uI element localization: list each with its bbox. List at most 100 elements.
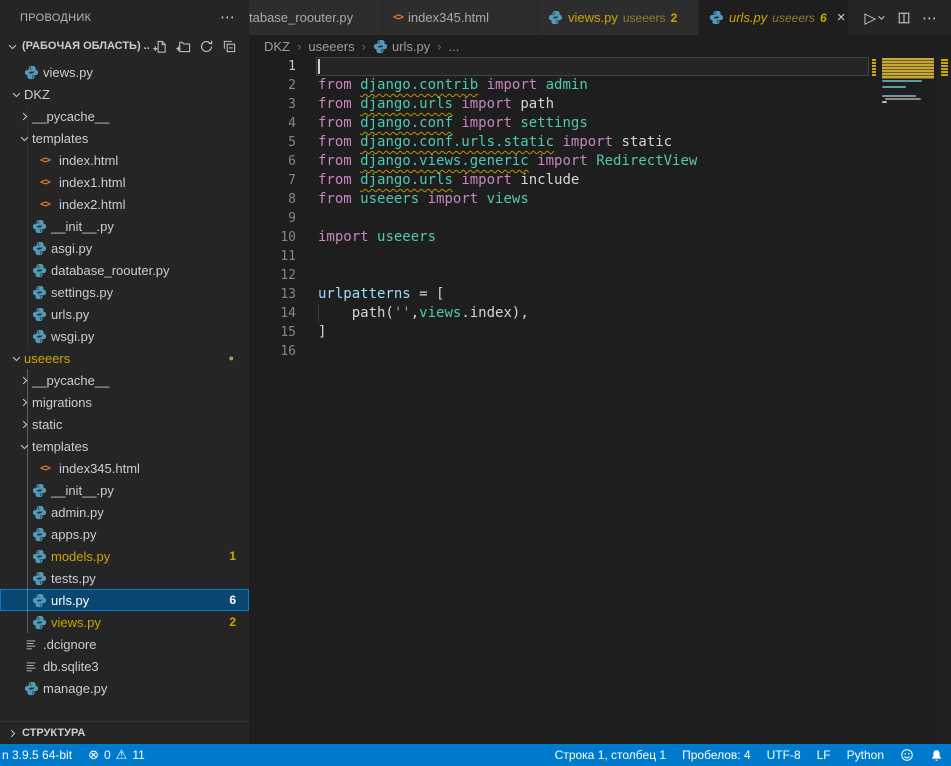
tree-item-manage-py[interactable]: manage.py <box>0 677 249 699</box>
status-language-mode[interactable]: Python <box>839 744 892 766</box>
tab-urls-py[interactable]: urls.pyuseeers6× <box>699 0 849 35</box>
python-file-icon <box>32 483 51 498</box>
tree-item-urls-py[interactable]: urls.py <box>0 303 249 325</box>
tab-problems-badge: 6 <box>820 11 827 25</box>
tab-views-py[interactable]: views.pyuseeers2 <box>538 0 699 35</box>
tree-item-urls-py[interactable]: urls.py6 <box>0 589 249 611</box>
status-python-version[interactable]: n 3.9.5 64-bit <box>0 744 80 766</box>
tree-item-views-py[interactable]: views.py2 <box>0 611 249 633</box>
status-encoding[interactable]: UTF-8 <box>759 744 809 766</box>
html-file-icon: <> <box>40 177 59 188</box>
code-line-11[interactable]: 11 <box>249 247 951 266</box>
run-button[interactable]: ▷ <box>864 9 886 27</box>
tree-item-label: wsgi.py <box>51 329 94 344</box>
status-problems[interactable]: ⊗0⚠11 <box>80 744 153 766</box>
chevron-right-icon <box>16 397 32 408</box>
code-editor[interactable]: 12from django.contrib import admin3from … <box>249 57 951 744</box>
html-file-icon: <> <box>40 155 59 166</box>
tree-item-label: DKZ <box>24 87 50 102</box>
tree-item-dkz[interactable]: DKZ <box>0 83 249 105</box>
breadcrumb-item-urls-py[interactable]: urls.py <box>373 39 430 54</box>
tree-item-database-roouter-py[interactable]: database_roouter.py <box>0 259 249 281</box>
indent-guide <box>27 589 28 611</box>
breadcrumb-separator: › <box>437 39 441 54</box>
tree-item--dcignore[interactable]: .dcignore <box>0 633 249 655</box>
status-notifications[interactable] <box>922 744 951 766</box>
workspace-section-header[interactable]: (РАБОЧАЯ ОБЛАСТЬ) ... <box>0 35 249 57</box>
code-line-12[interactable]: 12 <box>249 266 951 285</box>
code-line-15[interactable]: 15] <box>249 323 951 342</box>
code-line-4[interactable]: 4from django.conf import settings <box>249 114 951 133</box>
line-number: 9 <box>249 209 318 228</box>
status-eol[interactable]: LF <box>809 744 839 766</box>
tree-item-models-py[interactable]: models.py1 <box>0 545 249 567</box>
overview-warning-tick <box>941 71 948 73</box>
tree-item-tests-py[interactable]: tests.py <box>0 567 249 589</box>
line-number: 2 <box>249 76 318 95</box>
tree-item-migrations[interactable]: migrations <box>0 391 249 413</box>
code-line-5[interactable]: 5from django.conf.urls.static import sta… <box>249 133 951 152</box>
code-line-16[interactable]: 16 <box>249 342 951 361</box>
error-count: 0 <box>104 748 111 762</box>
tree-item-useeers[interactable]: useeers● <box>0 347 249 369</box>
tree-item-index1-html[interactable]: <>index1.html <box>0 171 249 193</box>
status-feedback[interactable] <box>892 744 922 766</box>
minimap[interactable] <box>872 57 935 744</box>
breadcrumb-item-dkz[interactable]: DKZ <box>264 39 290 54</box>
python-file-icon <box>32 329 51 344</box>
tree-item-static[interactable]: static <box>0 413 249 435</box>
python-file-icon <box>709 10 724 25</box>
new-folder-icon[interactable] <box>175 38 191 54</box>
status-indentation[interactable]: Пробелов: 4 <box>674 744 759 766</box>
code-line-3[interactable]: 3from django.urls import path <box>249 95 951 114</box>
tree-item-templates[interactable]: templates <box>0 435 249 457</box>
feedback-icon <box>900 748 914 762</box>
code-line-9[interactable]: 9 <box>249 209 951 228</box>
explorer-more-actions-icon[interactable]: ⋯ <box>216 8 239 27</box>
workspace-title: (РАБОЧАЯ ОБЛАСТЬ) ... <box>22 40 150 52</box>
code-text: ] <box>318 323 326 342</box>
code-line-1[interactable]: 1 <box>249 57 951 76</box>
code-line-10[interactable]: 10import useeers <box>249 228 951 247</box>
tree-item-views-py[interactable]: views.py <box>0 61 249 83</box>
overview-ruler[interactable] <box>936 57 951 744</box>
tree-item-db-sqlite3[interactable]: db.sqlite3 <box>0 655 249 677</box>
tree-item--pycache-[interactable]: __pycache__ <box>0 105 249 127</box>
tree-item--pycache-[interactable]: __pycache__ <box>0 369 249 391</box>
code-line-6[interactable]: 6from django.views.generic import Redire… <box>249 152 951 171</box>
tree-item-index345-html[interactable]: <>index345.html <box>0 457 249 479</box>
tree-item-index-html[interactable]: <>index.html <box>0 149 249 171</box>
tabs: tabase_roouter.py<>index345.htmlviews.py… <box>249 0 849 35</box>
collapse-all-icon[interactable] <box>221 38 237 54</box>
more-actions-button[interactable]: ⋯ <box>922 9 937 27</box>
refresh-icon[interactable] <box>198 38 214 54</box>
tree-item-wsgi-py[interactable]: wsgi.py <box>0 325 249 347</box>
python-file-icon <box>24 681 43 696</box>
chevron-down-icon <box>16 133 32 144</box>
tab-bar: tabase_roouter.py<>index345.htmlviews.py… <box>249 0 951 35</box>
tree-item-admin-py[interactable]: admin.py <box>0 501 249 523</box>
tree-item-index2-html[interactable]: <>index2.html <box>0 193 249 215</box>
code-line-14[interactable]: 14 path('',views.index), <box>249 304 951 323</box>
breadcrumb-item-useeers[interactable]: useeers <box>308 39 354 54</box>
code-line-7[interactable]: 7from django.urls import include <box>249 171 951 190</box>
new-file-icon[interactable] <box>152 38 168 54</box>
tree-item--init-py[interactable]: __init__.py <box>0 479 249 501</box>
tree-item--init-py[interactable]: __init__.py <box>0 215 249 237</box>
close-icon[interactable]: × <box>837 10 846 25</box>
tree-item-settings-py[interactable]: settings.py <box>0 281 249 303</box>
tree-item-apps-py[interactable]: apps.py <box>0 523 249 545</box>
code-line-13[interactable]: 13urlpatterns = [ <box>249 285 951 304</box>
overview-warning-tick <box>941 59 948 61</box>
breadcrumb-item--[interactable]: ... <box>449 39 460 54</box>
outline-section-header[interactable]: СТРУКТУРА <box>0 721 249 744</box>
tab-tabase-roouter-py[interactable]: tabase_roouter.py <box>249 0 383 35</box>
tree-item-templates[interactable]: templates <box>0 127 249 149</box>
tree-item-asgi-py[interactable]: asgi.py <box>0 237 249 259</box>
tab-problems-badge: 2 <box>671 11 678 25</box>
code-line-8[interactable]: 8from useeers import views <box>249 190 951 209</box>
status-cursor-position[interactable]: Строка 1, столбец 1 <box>547 744 674 766</box>
code-line-2[interactable]: 2from django.contrib import admin <box>249 76 951 95</box>
split-editor-button[interactable] <box>897 11 911 25</box>
tab-index345-html[interactable]: <>index345.html <box>383 0 538 35</box>
